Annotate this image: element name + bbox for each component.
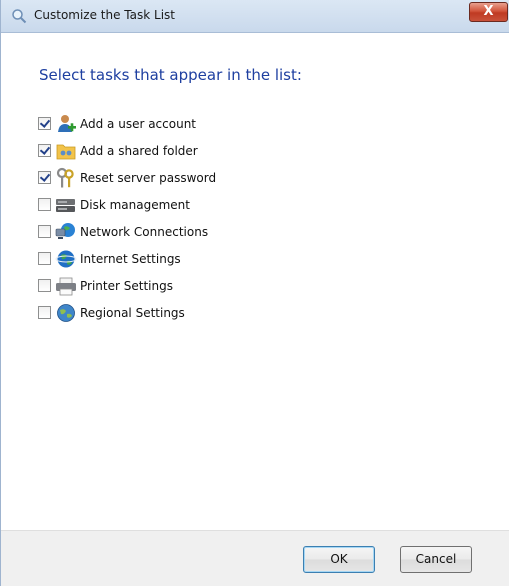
add-user-account-checkbox[interactable] [38,117,51,130]
close-icon: X [483,4,494,19]
network-icon [55,222,75,239]
keys-icon [56,167,74,187]
task-label: Printer Settings [80,278,173,293]
title-bar[interactable]: Customize the Task List X [1,0,509,33]
list-item: Internet Settings [38,245,216,272]
list-item: Regional Settings [38,299,216,326]
network-connections-checkbox[interactable] [38,225,51,238]
internet-settings-checkbox[interactable] [38,252,51,265]
reset-server-password-checkbox[interactable] [38,171,51,184]
list-item: Add a user account [38,110,216,137]
customize-task-list-dialog: Customize the Task List X Select tasks t… [0,0,509,586]
window-title: Customize the Task List [34,8,175,22]
list-item: Disk management [38,191,216,218]
task-label: Reset server password [80,170,217,185]
user-icon [58,114,76,132]
task-list: Add a user account Add a shared folder R… [38,110,216,326]
cancel-button[interactable]: Cancel [400,546,472,573]
disk-icon [56,198,75,212]
task-label: Regional Settings [80,305,185,320]
instruction-heading: Select tasks that appear in the list: [39,66,302,84]
task-label: Network Connections [80,224,209,239]
list-item: Reset server password [38,164,216,191]
task-label: Internet Settings [80,251,181,266]
printer-settings-checkbox[interactable] [38,279,51,292]
disk-management-checkbox[interactable] [38,198,51,211]
shared-folder-icon [56,144,76,159]
search-icon [12,9,27,24]
task-label: Add a shared folder [80,143,198,158]
regional-globe-icon [57,303,75,322]
add-shared-folder-checkbox[interactable] [38,144,51,157]
list-item: Printer Settings [38,272,216,299]
close-button[interactable]: X [469,2,508,22]
list-item: Network Connections [38,218,216,245]
printer-icon [56,277,76,295]
ok-button[interactable]: OK [303,546,375,573]
task-label: Disk management [80,197,190,212]
regional-settings-checkbox[interactable] [38,306,51,319]
task-label: Add a user account [80,116,197,131]
globe-icon [55,250,77,267]
dialog-footer: OK Cancel [1,530,509,586]
list-item: Add a shared folder [38,137,216,164]
